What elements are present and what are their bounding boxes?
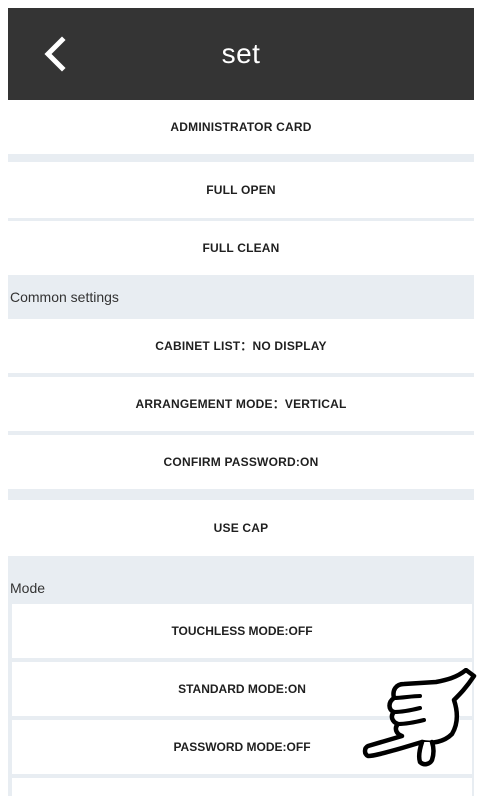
full-open-label: FULL OPEN: [206, 183, 276, 197]
partial-list-item[interactable]: [12, 778, 472, 796]
title-bar: set: [8, 8, 474, 100]
password-mode-label: PASSWORD MODE:OFF: [173, 740, 311, 754]
settings-list: ADMINISTRATOR CARD FULL OPEN FULL CLEAN …: [8, 100, 474, 796]
use-cap-item[interactable]: USE CAP: [8, 500, 474, 556]
full-clean-item[interactable]: FULL CLEAN: [8, 221, 474, 275]
touchless-mode-label: TOUCHLESS MODE:OFF: [171, 624, 313, 638]
administrator-card-label: ADMINISTRATOR CARD: [170, 120, 312, 134]
confirm-password-label: CONFIRM PASSWORD:ON: [163, 455, 319, 469]
standard-mode-label: STANDARD MODE:ON: [178, 682, 306, 696]
touchless-mode-item[interactable]: TOUCHLESS MODE:OFF: [12, 604, 472, 658]
use-cap-label: USE CAP: [213, 521, 269, 535]
common-settings-heading: Common settings: [10, 289, 119, 305]
cabinet-list-label: CABINET LIST：NO DISPLAY: [155, 339, 327, 353]
cabinet-list-item[interactable]: CABINET LIST：NO DISPLAY: [8, 319, 474, 373]
administrator-card-item[interactable]: ADMINISTRATOR CARD: [8, 100, 474, 154]
standard-mode-item[interactable]: STANDARD MODE:ON: [12, 662, 472, 716]
page-title: set: [221, 38, 261, 69]
settings-screen: set ADMINISTRATOR CARD FULL OPEN FULL CL…: [0, 0, 484, 796]
full-clean-label: FULL CLEAN: [202, 241, 280, 255]
password-mode-item[interactable]: PASSWORD MODE:OFF: [12, 720, 472, 774]
arrangement-mode-item[interactable]: ARRANGEMENT MODE：VERTICAL: [8, 377, 474, 431]
confirm-password-item[interactable]: CONFIRM PASSWORD:ON: [8, 435, 474, 489]
arrangement-mode-label: ARRANGEMENT MODE：VERTICAL: [135, 397, 347, 411]
full-open-item[interactable]: FULL OPEN: [8, 162, 474, 218]
